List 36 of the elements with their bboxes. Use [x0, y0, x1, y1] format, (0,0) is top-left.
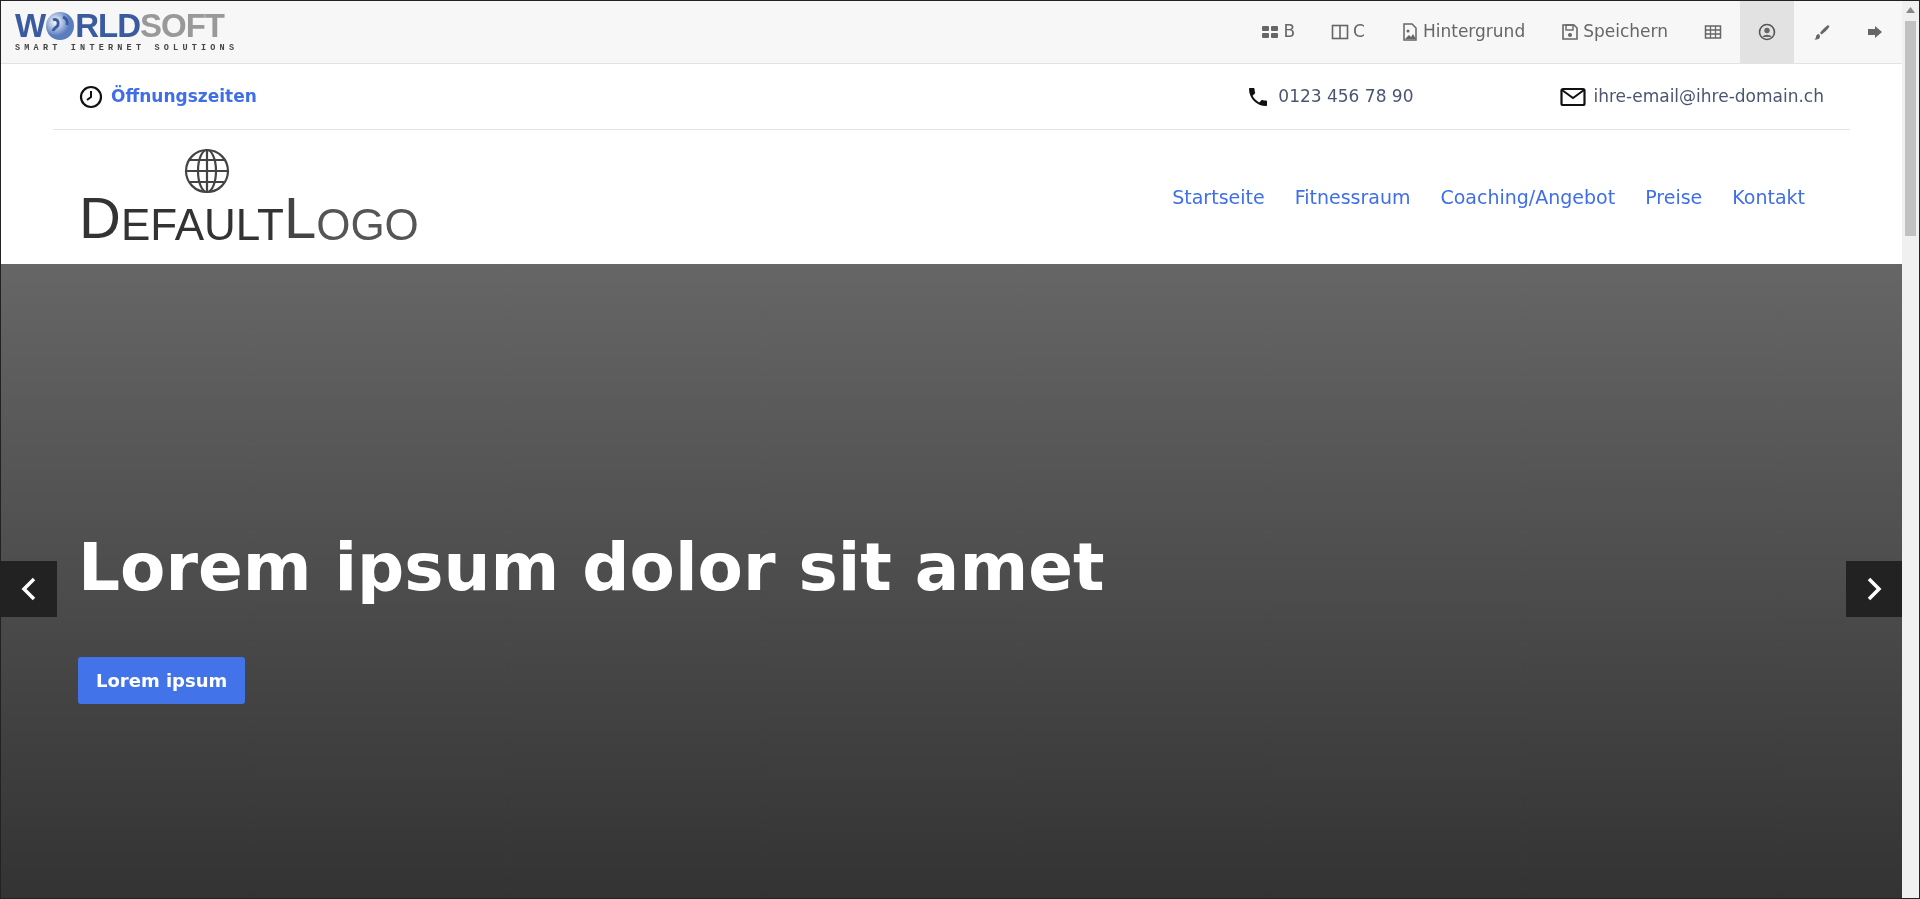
toolbar-button[interactable]: Hintergrund — [1382, 1, 1544, 64]
scrollbar-thumb[interactable] — [1905, 21, 1916, 236]
globe-icon — [45, 10, 76, 41]
chevron-right-icon — [1866, 577, 1882, 601]
brand-logo[interactable]: W RLDSOFT SMART INTERNET SOLUTIONS — [1, 9, 239, 55]
chevron-left-icon — [21, 577, 37, 601]
scroll-up-arrow-icon[interactable] — [1906, 7, 1915, 13]
next-slide-button[interactable] — [1846, 561, 1902, 617]
globe-icon — [183, 147, 231, 195]
scrollbar[interactable] — [1902, 1, 1919, 898]
hero-title: Lorem ipsum dolor sit amet — [78, 527, 1105, 608]
grid-icon — [1261, 23, 1280, 41]
logout-icon — [1866, 23, 1884, 41]
logo-text: DEFAULTLOGO — [79, 189, 419, 247]
previous-slide-button[interactable] — [1, 561, 57, 617]
clock-icon — [79, 84, 103, 109]
toolbar-button[interactable]: B — [1243, 1, 1314, 64]
hero-button[interactable]: Lorem ipsum — [78, 657, 246, 705]
save-icon — [1561, 23, 1580, 41]
nav-link[interactable]: Fitnessraum — [1279, 182, 1426, 212]
phone-number: 0123 456 78 90 — [1278, 84, 1414, 108]
columns-icon — [1331, 23, 1350, 41]
nav-link[interactable]: Startseite — [1157, 182, 1280, 212]
table-icon — [1704, 23, 1722, 41]
toolbar-button[interactable]: Speichern — [1543, 1, 1686, 64]
nav-link[interactable]: Kontakt — [1717, 182, 1820, 212]
brush-icon — [1812, 23, 1830, 41]
toolbar-button[interactable]: C — [1313, 1, 1383, 64]
image-icon — [1400, 23, 1419, 41]
user-button[interactable] — [1740, 1, 1794, 64]
mail-icon — [1559, 86, 1586, 107]
nav-link[interactable]: Coaching/Angebot — [1425, 182, 1631, 212]
email-address: ihre-email@ihre-domain.ch — [1593, 84, 1824, 108]
user-icon — [1758, 23, 1776, 41]
opening-hours-link[interactable]: Öffnungszeiten — [111, 83, 257, 110]
nav-link[interactable]: Preise — [1630, 182, 1718, 212]
